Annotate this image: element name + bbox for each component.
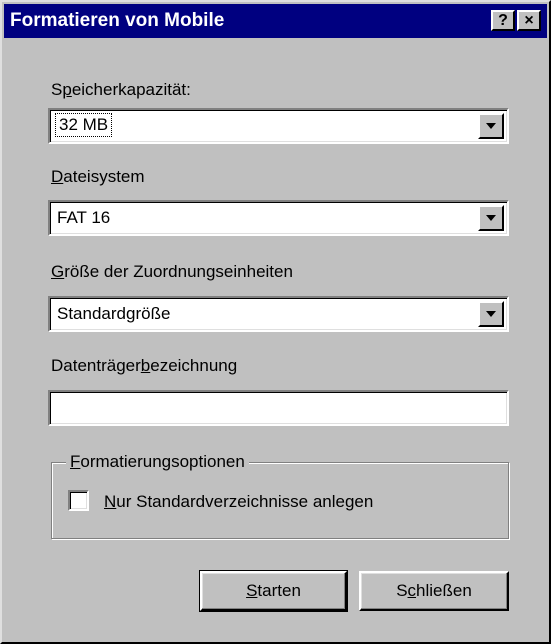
checkbox-label-post: ur Standardverzeichnisse anlegen: [116, 492, 374, 511]
title-bar[interactable]: Formatieren von Mobile ? ×: [4, 4, 547, 38]
close-key: c: [407, 581, 417, 600]
capacity-value: 32 MB: [54, 113, 113, 137]
filesystem-value: FAT 16: [57, 208, 111, 227]
volume-label-input[interactable]: [48, 390, 509, 426]
chevron-down-icon: [486, 215, 496, 221]
start-post: tarten: [257, 581, 301, 600]
capacity-select[interactable]: 32 MB: [48, 108, 509, 144]
format-options-legend: Formatierungsoptionen: [66, 452, 249, 472]
allocation-value: Standardgröße: [57, 304, 171, 323]
start-key: S: [246, 581, 258, 600]
capacity-label-post: eicherkapazität:: [71, 80, 191, 99]
filesystem-dropdown-button[interactable]: [478, 205, 504, 231]
start-button[interactable]: Starten: [199, 570, 348, 612]
options-legend-post: ormatierungsoptionen: [80, 452, 245, 471]
filesystem-select[interactable]: FAT 16: [48, 200, 509, 236]
question-icon: ?: [498, 12, 508, 29]
allocation-select[interactable]: Standardgröße: [48, 296, 509, 332]
checkbox-label-key: N: [104, 492, 117, 511]
standard-dirs-checkbox[interactable]: [68, 490, 89, 511]
volume-label-label: Datenträgerbezeichnung: [51, 356, 237, 376]
help-button[interactable]: ?: [491, 10, 515, 31]
capacity-label-pre: S: [51, 80, 63, 99]
standard-dirs-label[interactable]: Nur Standardverzeichnisse anlegen: [104, 492, 373, 512]
chevron-down-icon: [486, 123, 496, 129]
allocation-label-key: G: [51, 262, 65, 281]
capacity-dropdown-button[interactable]: [478, 113, 504, 139]
allocation-label: Größe der Zuordnungseinheiten: [51, 262, 293, 282]
close-window-button[interactable]: ×: [517, 10, 541, 31]
allocation-dropdown-button[interactable]: [478, 301, 504, 327]
allocation-label-post: röße der Zuordnungseinheiten: [64, 262, 293, 281]
format-dialog: Formatieren von Mobile ? × Speicherkapaz…: [0, 0, 551, 644]
filesystem-label: Dateisystem: [51, 167, 145, 187]
capacity-label-key: p: [62, 80, 72, 99]
volume-label-post: ezeichnung: [150, 356, 238, 375]
close-pre: S: [396, 581, 408, 600]
filesystem-label-key: D: [51, 167, 64, 186]
options-legend-key: F: [70, 452, 81, 471]
filesystem-label-post: ateisystem: [63, 167, 145, 186]
chevron-down-icon: [486, 311, 496, 317]
volume-label-pre: Datenträger: [51, 356, 141, 375]
close-post: hließen: [416, 581, 472, 600]
capacity-label: Speicherkapazität:: [51, 80, 191, 100]
close-button[interactable]: Schließen: [359, 571, 509, 611]
close-icon: ×: [524, 12, 534, 29]
window-title: Formatieren von Mobile: [10, 10, 225, 31]
volume-label-key: b: [140, 356, 151, 375]
